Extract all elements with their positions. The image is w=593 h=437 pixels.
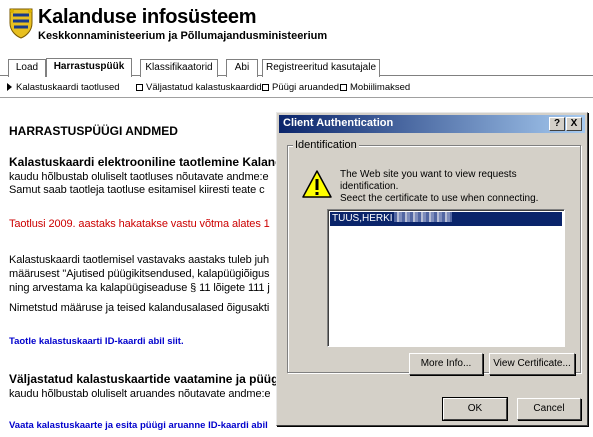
paragraph-line: Nimetstud määruse ja teised kalandusalas… [9, 302, 270, 314]
bullet-square-icon [340, 84, 347, 91]
subnav-mobiilimaksed[interactable]: Mobiilimaksed [340, 82, 410, 93]
bullet-square-icon [262, 84, 269, 91]
sub-navigation: Kalastuskaardi taotlused Väljastatud kal… [0, 78, 593, 98]
subnav-puugi-aruanded[interactable]: Püügi aruanded [262, 82, 339, 93]
tab-registreeritud-kasutajale[interactable]: Registreeritud kasutajale [262, 59, 380, 77]
cancel-button[interactable]: Cancel [517, 398, 581, 420]
heading-electronic-application: Kalastuskaardi elektrooniline taotlemine… [9, 155, 297, 169]
help-button[interactable]: ? [549, 117, 565, 131]
paragraph-line: kaudu hõlbustab oluliselt aruandes nõuta… [9, 388, 271, 400]
more-info-button[interactable]: More Info... [409, 353, 483, 375]
app-title: Kalanduse infosüsteem [38, 6, 257, 28]
certificate-list[interactable]: TUUS,HERKI [327, 209, 565, 347]
paragraph-line: määrusest "Ajutised püügikitsendused, ka… [9, 268, 270, 280]
ok-button[interactable]: OK [442, 397, 508, 421]
client-authentication-dialog: Client Authentication ? X Identification… [276, 112, 588, 426]
arrow-right-icon [7, 83, 12, 91]
view-certificate-button[interactable]: View Certificate... [489, 353, 575, 375]
dialog-title: Client Authentication [283, 117, 394, 129]
dialog-message: The Web site you want to view requests i… [340, 169, 539, 204]
heading-issued-cards: Väljastatud kalastuskaartide vaatamine j… [9, 372, 292, 386]
section-title: HARRASTUSPÜÜGI ANDMED [9, 124, 178, 138]
subnav-kalastuskaardi-taotlused[interactable]: Kalastuskaardi taotlused [16, 82, 120, 93]
tab-load[interactable]: Load [8, 59, 46, 77]
red-notice: Taotlusi 2009. aastaks hakatakse vastu v… [9, 218, 270, 230]
tab-harrastuspyyk[interactable]: Harrastuspüük [46, 58, 132, 77]
apply-with-id-card-link[interactable]: Taotle kalastuskaarti ID-kaardi abil sii… [9, 336, 184, 347]
dialog-titlebar[interactable]: Client Authentication ? X [279, 115, 585, 133]
redacted-blur [393, 212, 452, 222]
estonian-coat-of-arms-icon [9, 8, 33, 39]
identification-group-label: Identification [293, 139, 359, 151]
warning-icon [302, 170, 332, 198]
view-cards-with-id-card-link[interactable]: Vaata kalastuskaarte ja esita püügi arua… [9, 420, 268, 431]
paragraph-line: kaudu hõlbustab oluliselt taotluses nõut… [9, 171, 269, 183]
bullet-square-icon [136, 84, 143, 91]
paragraph-line: ning arvestama ka kalapüügiseaduse § 11 … [9, 282, 270, 294]
paragraph-line: Samut saab taotleja taotluse esitamisel … [9, 184, 265, 196]
main-tabs: Load Harrastuspüük Klassifikaatorid Abi … [0, 56, 593, 77]
subnav-valjastatud-kalastuskaardid[interactable]: Väljastatud kalastuskaardid [136, 82, 262, 93]
certificate-list-item[interactable]: TUUS,HERKI [330, 212, 562, 226]
tab-abi[interactable]: Abi [226, 59, 258, 77]
app-header: Kalanduse infosüsteem Keskkonnaministeer… [0, 0, 593, 56]
paragraph-line: Kalastuskaardi taotlemisel vastavaks aas… [9, 254, 269, 266]
tab-klassifikaatorid[interactable]: Klassifikaatorid [140, 59, 218, 77]
app-subtitle: Keskkonnaministeerium ja Põllumajandusmi… [38, 30, 328, 42]
close-button[interactable]: X [566, 117, 582, 131]
